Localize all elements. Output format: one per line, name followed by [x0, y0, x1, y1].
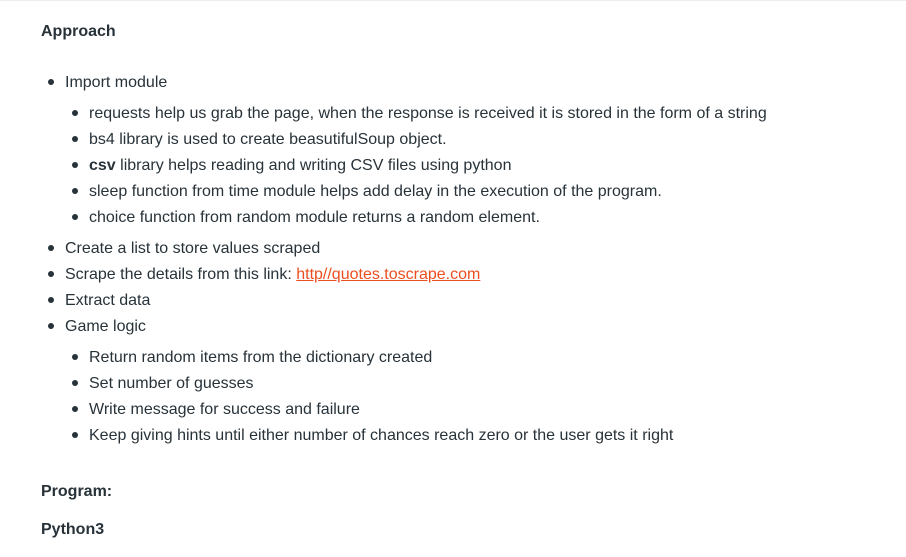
quotes-link[interactable]: http//quotes.toscrape.com [296, 266, 480, 283]
csv-keyword: csv [89, 157, 116, 174]
bullet-icon [72, 135, 78, 142]
bullet-icon [72, 161, 78, 168]
heading-language-tab[interactable]: Python3 [41, 520, 104, 540]
list-item: sleep function from time module helps ad… [72, 182, 662, 202]
list-item: Keep giving hints until either number of… [72, 426, 673, 446]
bullet-icon [72, 353, 78, 360]
list-item: choice function from random module retur… [72, 208, 540, 228]
bullet-icon [48, 270, 54, 277]
heading-program: Program: [41, 483, 113, 500]
bullet-icon [72, 187, 78, 194]
bullet-icon [72, 213, 78, 220]
list-item: csv library helps reading and writing CS… [72, 156, 511, 176]
bullet-icon [72, 379, 78, 386]
list-item: Game logic [48, 317, 146, 337]
list-item: Create a list to store values scraped [48, 239, 320, 259]
bullet-icon [72, 431, 78, 438]
list-item: Import module [48, 73, 167, 93]
list-item: Scrape the details from this link: http/… [48, 265, 480, 285]
list-item: Return random items from the dictionary … [72, 348, 432, 368]
bullet-icon [48, 322, 54, 329]
heading-approach: Approach [41, 23, 116, 40]
list-item: Set number of guesses [72, 374, 254, 394]
bullet-icon [72, 109, 78, 116]
bullet-icon [48, 296, 54, 303]
top-divider [0, 0, 906, 1]
bullet-icon [48, 244, 54, 251]
list-item: requests help us grab the page, when the… [72, 104, 767, 124]
bullet-icon [72, 405, 78, 412]
list-item: Write message for success and failure [72, 400, 360, 420]
list-item: Extract data [48, 291, 150, 311]
bullet-icon [48, 78, 54, 85]
list-item: bs4 library is used to create beasutiful… [72, 130, 447, 150]
